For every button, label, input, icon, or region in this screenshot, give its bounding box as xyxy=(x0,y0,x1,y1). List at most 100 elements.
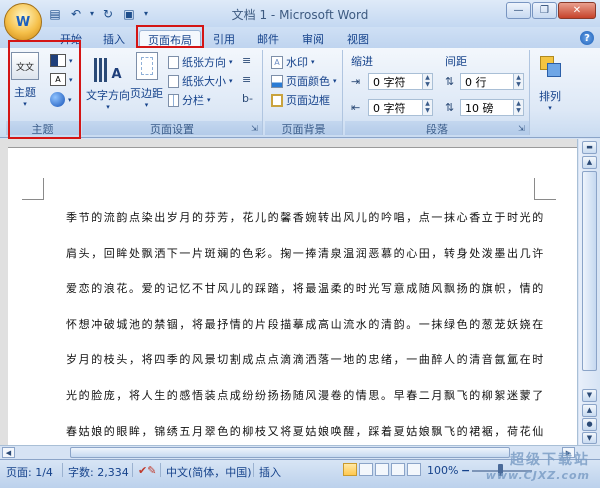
scroll-down-button[interactable]: ▼ xyxy=(582,389,597,402)
themes-button[interactable]: 文文 主题 ▾ xyxy=(11,52,39,108)
indent-left-input[interactable]: 0 字符 ▲ ▼ xyxy=(368,73,433,90)
group-page-background-label: 页面背景 xyxy=(265,121,342,136)
text-line: 季节的流韵点染出岁月的芬芳，花儿的馨香婉转出风儿的吟唱，点一抹心香立于时光的 xyxy=(66,211,545,224)
zoom-level[interactable]: 100% xyxy=(427,464,458,477)
web-layout-button[interactable] xyxy=(375,463,389,476)
dialog-launcher-icon[interactable]: ⇲ xyxy=(518,124,527,133)
size-button[interactable]: 纸张大小 ▾ xyxy=(168,73,233,89)
indent-right-value: 0 字符 xyxy=(373,101,406,115)
ruler-toggle-button[interactable]: ▬ xyxy=(582,141,597,154)
body-text[interactable]: 季节的流韵点染出岁月的芬芳，花儿的馨香婉转出风儿的吟唱，点一抹心香立于时光的 肩… xyxy=(66,200,546,449)
tab-home[interactable]: 开始 xyxy=(60,30,82,48)
divider xyxy=(253,463,254,477)
browse-object-button[interactable]: ● xyxy=(582,418,597,431)
columns-button[interactable]: 分栏 ▾ xyxy=(168,92,211,108)
page-borders-button[interactable]: 页面边框 xyxy=(271,92,330,108)
spacing-before-value: 0 行 xyxy=(465,75,487,89)
theme-effects-icon xyxy=(50,92,65,107)
site-watermark: 超级下载站 www.CJXZ.com xyxy=(486,452,590,484)
chevron-left-icon: ◀ xyxy=(5,449,12,457)
spacing-title: 间距 xyxy=(445,55,467,68)
chevron-down-icon: ▼ xyxy=(586,391,593,399)
language-indicator[interactable]: 中文(简体，中国) xyxy=(166,464,252,480)
full-screen-reading-button[interactable] xyxy=(359,463,373,476)
page-color-button[interactable]: 页面颜色 ▾ xyxy=(271,73,337,89)
outline-view-button[interactable] xyxy=(391,463,405,476)
tab-mailings[interactable]: 邮件 xyxy=(257,30,279,48)
minimize-button[interactable]: — xyxy=(506,2,531,19)
dialog-launcher-icon[interactable]: ⇲ xyxy=(251,124,260,133)
chevron-up-icon: ▲ xyxy=(586,158,593,166)
watermark-button[interactable]: A 水印 ▾ xyxy=(271,54,315,70)
close-button[interactable]: ✕ xyxy=(558,2,596,19)
previous-page-button[interactable]: ▲ xyxy=(582,404,597,417)
watermark-line-2: www.CJXZ.com xyxy=(485,469,590,482)
spinner-arrows-icon[interactable]: ▲ ▼ xyxy=(422,74,432,89)
theme-effects-button[interactable]: ▾ xyxy=(50,92,72,107)
indent-right-icon: ⇤ xyxy=(351,101,361,114)
chevron-down-icon: ▾ xyxy=(106,103,110,111)
spacing-after-value: 10 磅 xyxy=(465,101,494,115)
spacing-before-input[interactable]: 0 行 ▲ ▼ xyxy=(460,73,524,90)
scroll-thumb[interactable] xyxy=(582,171,597,371)
insert-mode[interactable]: 插入 xyxy=(259,464,281,480)
size-label: 纸张大小 xyxy=(182,75,226,88)
indent-right-input[interactable]: 0 字符 ▲ ▼ xyxy=(368,99,433,116)
scroll-left-button[interactable]: ◀ xyxy=(2,447,15,458)
ribbon: 文文 主题 ▾ ▾ A ▾ ▾ 主题 A 文字方向 ▾ 页边距 ▾ 纸张方向 ▾ 纸… xyxy=(0,40,600,139)
help-icon[interactable]: ? xyxy=(580,31,594,45)
vertical-scrollbar[interactable]: ▬ ▲ ▼ ▲ ● ▼ xyxy=(579,139,600,445)
horizontal-scroll-thumb[interactable] xyxy=(70,447,510,458)
scroll-up-button[interactable]: ▲ xyxy=(582,156,597,169)
spacing-after-input[interactable]: 10 磅 ▲ ▼ xyxy=(460,99,524,116)
line-numbers-icon: ≡ xyxy=(242,73,252,86)
chevron-down-icon: ▾ xyxy=(333,77,337,85)
hyphenation-button[interactable]: b‑ xyxy=(242,92,253,105)
arrange-button[interactable]: 排列 ▾ xyxy=(538,54,562,112)
document-page[interactable]: 季节的流韵点染出岁月的芬芳，花儿的馨香婉转出风儿的吟唱，点一抹心香立于时光的 肩… xyxy=(8,147,577,445)
office-logo-icon: W xyxy=(15,14,31,30)
tab-insert[interactable]: 插入 xyxy=(103,30,125,48)
tab-view[interactable]: 视图 xyxy=(347,30,369,48)
line-numbers-button[interactable]: ≡ xyxy=(242,73,251,86)
arrange-label: 排列 xyxy=(539,90,561,103)
text-direction-label: 文字方向 xyxy=(86,89,130,102)
restore-button[interactable]: ❐ xyxy=(532,2,557,19)
text-line: 春姑娘的眼眸，锦绣五月翠色的柳枝又将夏姑娘唤醒，踩着夏姑娘飘飞的裙裾，荷花仙 xyxy=(66,424,545,438)
theme-colors-button[interactable]: ▾ xyxy=(50,54,73,67)
title-bar: ▤ ↶ ▾ ↻ ▣ ▾ 文档 1 - Microsoft Word — ❐ ✕ xyxy=(0,0,600,27)
margins-button[interactable]: 页边距 ▾ xyxy=(130,52,163,109)
spinner-arrows-icon[interactable]: ▲ ▼ xyxy=(513,74,523,89)
zoom-out-icon[interactable]: − xyxy=(461,464,470,477)
tab-page-layout[interactable]: 页面布局 xyxy=(139,30,201,48)
page-color-label: 页面颜色 xyxy=(286,75,330,88)
page-indicator[interactable]: 页面: 1/4 xyxy=(6,464,53,480)
draft-view-button[interactable] xyxy=(407,463,421,476)
theme-fonts-button[interactable]: A ▾ xyxy=(50,73,73,86)
spinner-arrows-icon[interactable]: ▲ ▼ xyxy=(422,100,432,115)
next-page-button[interactable]: ▼ xyxy=(582,432,597,444)
breaks-button[interactable]: ≡ xyxy=(242,54,251,67)
word-count[interactable]: 字数: 2,334 xyxy=(68,464,129,480)
spacing-before-icon: ⇅ xyxy=(445,75,455,88)
divider xyxy=(132,463,133,477)
text-direction-button[interactable]: A 文字方向 ▾ xyxy=(86,52,130,111)
orientation-label: 纸张方向 xyxy=(182,56,226,69)
tab-review[interactable]: 审阅 xyxy=(302,30,324,48)
orientation-button[interactable]: 纸张方向 ▾ xyxy=(168,54,233,70)
chevron-down-icon: ▾ xyxy=(69,75,73,84)
group-page-setup-label: 页面设置 xyxy=(82,121,262,136)
group-paragraph-label: 段落 xyxy=(345,121,529,136)
double-chevron-up-icon: ▲ xyxy=(586,406,593,414)
group-page-background: A 水印 ▾ 页面颜色 ▾ 页面边框 页面背景 xyxy=(265,50,343,136)
tab-references[interactable]: 引用 xyxy=(213,30,235,48)
proofing-icon[interactable]: ✔✎ xyxy=(138,464,156,477)
divider xyxy=(160,463,161,477)
spinner-arrows-icon[interactable]: ▲ ▼ xyxy=(513,100,523,115)
office-button[interactable]: W xyxy=(4,3,42,41)
ribbon-tabs: 开始 插入 页面布局 引用 邮件 审阅 视图 ? xyxy=(0,27,600,48)
group-page-setup: A 文字方向 ▾ 页边距 ▾ 纸张方向 ▾ 纸张大小 ▾ 分栏 ▾ ≡ ≡ b‑ 页面… xyxy=(82,50,263,136)
page-color-icon xyxy=(271,74,283,88)
print-layout-view-button[interactable] xyxy=(343,463,357,476)
chevron-down-icon: ▾ xyxy=(311,58,315,66)
